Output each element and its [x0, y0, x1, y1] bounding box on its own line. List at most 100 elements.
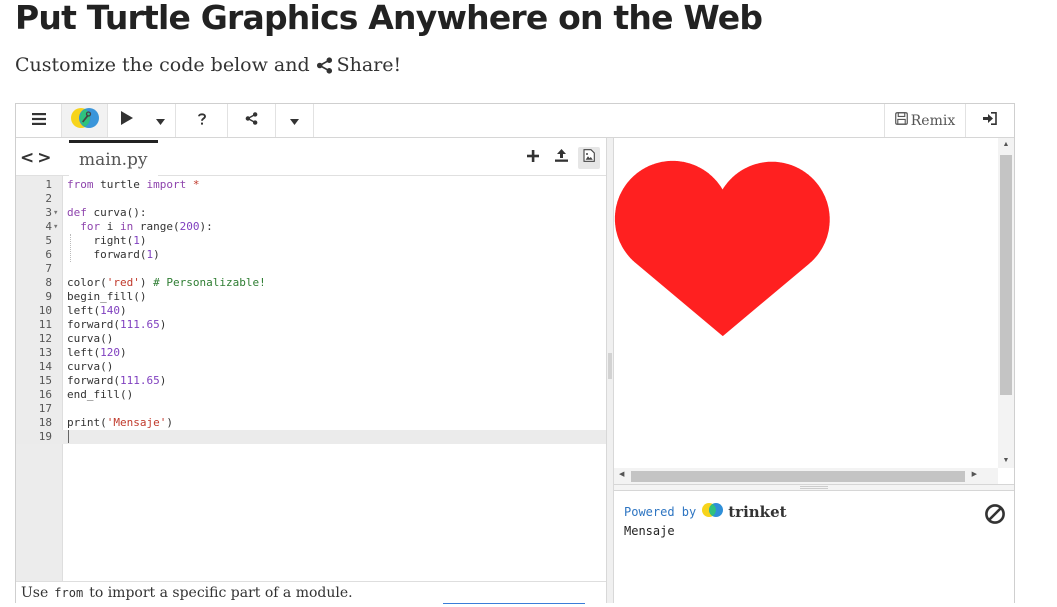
hint-code: from [54, 585, 84, 600]
file-tab-main[interactable]: main.py [69, 140, 158, 176]
login-button[interactable] [966, 104, 1014, 137]
line-number: 18 [38, 416, 52, 429]
menu-button[interactable] [16, 104, 62, 137]
subtitle-share-text: Share! [336, 54, 402, 76]
code-text: end_fill() [67, 388, 134, 401]
fold-marker[interactable]: ▾ [53, 220, 62, 234]
code-text: curva() [67, 332, 114, 345]
run-button[interactable] [108, 104, 146, 137]
line-number: 10 [38, 304, 52, 317]
canvas-horizontal-scrollbar[interactable]: ◀ ▶ [614, 468, 998, 484]
bottom-element-edge [443, 603, 585, 607]
code-line[interactable]: 17 [16, 402, 606, 416]
code-line[interactable]: 3 ▾ def curva(): [16, 206, 606, 220]
code-line[interactable]: 18 print('Mensaje') [16, 416, 606, 430]
plus-icon [527, 149, 539, 167]
code-line[interactable]: 12 curva() [16, 332, 606, 346]
line-number: 16 [38, 388, 52, 401]
remix-button[interactable]: Remix [884, 104, 966, 137]
code-line[interactable]: 7 [16, 262, 606, 276]
hint-text-before: Use [21, 584, 49, 601]
upload-button[interactable] [550, 147, 572, 169]
turtle-canvas: ▲ ▼ ◀ ▶ [614, 138, 1014, 484]
play-icon [121, 111, 133, 130]
hint-bar: Use from to import a specific part of a … [16, 581, 606, 603]
code-line[interactable]: 10 left(140) [16, 304, 606, 318]
code-text: for i in range(200): [80, 220, 213, 233]
console-output: Powered by trinket Mensaje [614, 491, 1014, 603]
line-number: 8 [45, 276, 52, 289]
fold-marker[interactable]: ▾ [53, 206, 62, 220]
code-line[interactable]: 5 right(1) [16, 234, 606, 248]
line-number: 6 [45, 248, 52, 261]
run-options-dropdown[interactable] [146, 104, 176, 137]
code-editor: <> main.py 1 from turtle import * 2 3 ▾ … [16, 138, 606, 603]
toolbar: Remix [16, 104, 1014, 138]
code-line[interactable]: 6 forward(1) [16, 248, 606, 262]
upload-icon [554, 149, 568, 167]
output-panel: ▲ ▼ ◀ ▶ Powered by trinket Mensaje [614, 138, 1014, 603]
code-text: right(1) [67, 234, 147, 247]
save-icon [894, 112, 908, 129]
help-button[interactable] [176, 104, 228, 137]
code-text: print('Mensaje') [67, 416, 173, 429]
stop-button[interactable] [984, 503, 1006, 525]
code-text: left(120) [67, 346, 127, 359]
line-number: 4 [45, 220, 52, 233]
code-area[interactable]: 1 from turtle import * 2 3 ▾ def curva(): 4 ▾ f… [16, 176, 606, 581]
heart-shape [614, 160, 830, 337]
page-title: Put Turtle Graphics Anywhere on the Web [15, 0, 763, 37]
caret-down-icon [290, 112, 299, 130]
line-number: 5 [45, 234, 52, 247]
line-number: 11 [38, 318, 52, 331]
trinket-logo-button[interactable] [62, 104, 108, 137]
code-line[interactable]: 2 [16, 192, 606, 206]
line-number: 15 [38, 374, 52, 387]
code-line[interactable]: 8 color('red') # Personalizable! [16, 276, 606, 290]
vertical-splitter[interactable] [606, 138, 614, 603]
caret-down-icon [156, 112, 165, 130]
share-icon [245, 111, 258, 130]
code-text: curva() [67, 360, 114, 373]
remix-label: Remix [910, 112, 956, 129]
image-library-button[interactable] [578, 147, 600, 169]
subtitle-text: Customize the code below and [15, 54, 310, 76]
line-number: 1 [45, 178, 52, 191]
add-file-button[interactable] [522, 147, 544, 169]
file-nav-arrows[interactable]: <> [20, 148, 55, 168]
code-line[interactable]: 11 forward(111.65) [16, 318, 606, 332]
code-line[interactable]: 16 end_fill() [16, 388, 606, 402]
image-icon [583, 149, 595, 167]
trinket-brand[interactable]: trinket [701, 502, 787, 522]
share-icon [316, 56, 333, 74]
code-line[interactable]: 4 ▾ for i in range(200): [16, 220, 606, 234]
code-line[interactable]: 9 begin_fill() [16, 290, 606, 304]
hint-text-after: to import a specific part of a module. [89, 584, 353, 601]
line-number: 9 [45, 290, 52, 303]
trinket-logo-icon [69, 106, 101, 135]
powered-by-text: Powered by [624, 505, 697, 519]
canvas-vertical-scrollbar[interactable]: ▲ ▼ [998, 138, 1014, 468]
line-number: 19 [38, 430, 52, 443]
code-text: forward(111.65) [67, 374, 167, 387]
share-options-dropdown[interactable] [276, 104, 314, 137]
code-text: color('red') # Personalizable! [67, 276, 266, 289]
code-text: left(140) [67, 304, 127, 317]
code-line[interactable]: 1 from turtle import * [16, 178, 606, 192]
horizontal-splitter[interactable] [614, 484, 1014, 491]
code-text: forward(111.65) [67, 318, 167, 331]
trinket-brand-text: trinket [728, 503, 787, 521]
code-text: begin_fill() [67, 290, 147, 303]
share-button[interactable] [228, 104, 276, 137]
code-line[interactable]: 14 curva() [16, 360, 606, 374]
line-number: 7 [45, 262, 52, 275]
powered-by-line: Powered by trinket [624, 502, 1014, 522]
code-line[interactable]: 13 left(120) [16, 346, 606, 360]
editor-header: <> main.py [16, 138, 606, 176]
login-icon [983, 111, 997, 130]
code-text: forward(1) [67, 248, 160, 261]
code-line[interactable]: 19 [16, 430, 606, 444]
code-text: def curva(): [67, 206, 147, 219]
line-number: 12 [38, 332, 52, 345]
code-line[interactable]: 15 forward(111.65) [16, 374, 606, 388]
